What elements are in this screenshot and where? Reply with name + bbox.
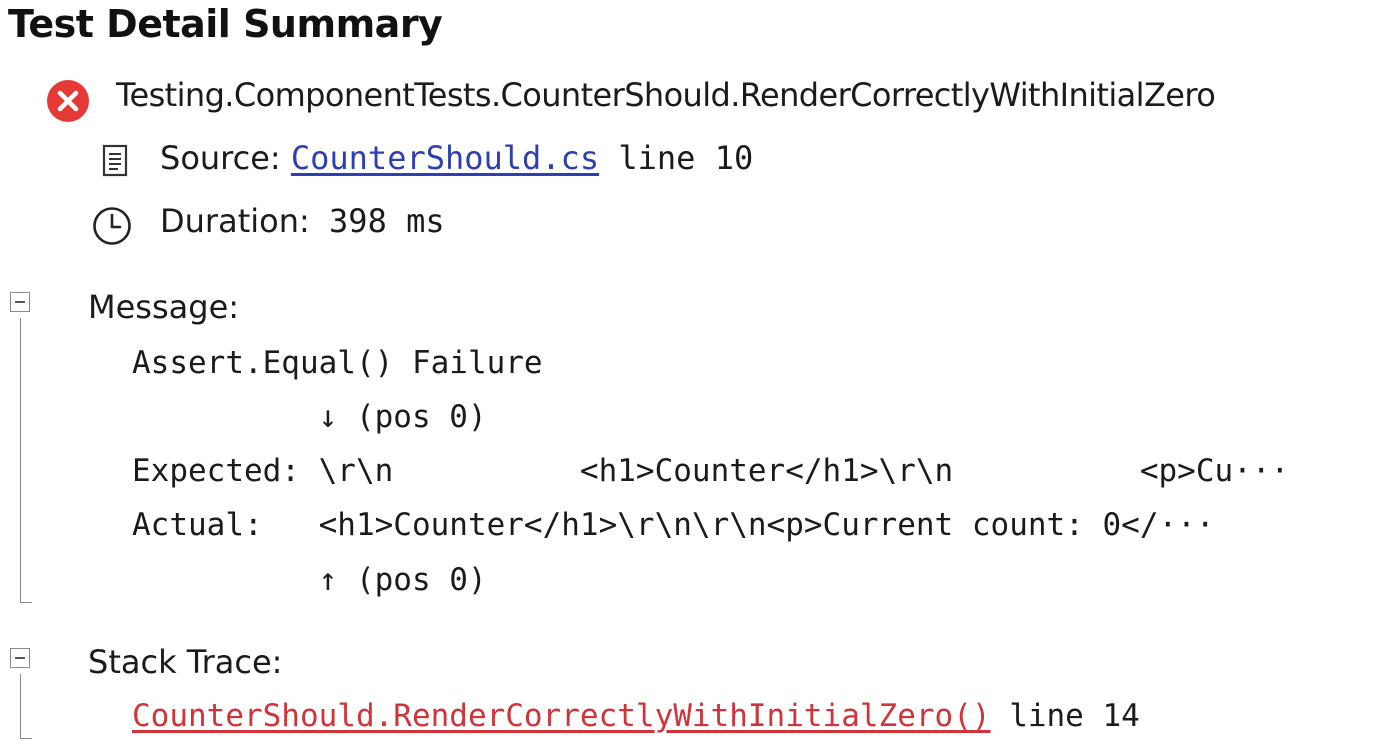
test-name: Testing.ComponentTests.CounterShould.Ren…: [116, 76, 1216, 114]
stack-trace-method-link[interactable]: CounterShould.RenderCorrectlyWithInitial…: [132, 698, 991, 734]
message-collapse-toggle[interactable]: [10, 292, 30, 312]
message-tree-foot: [20, 602, 32, 603]
message-line: Actual: <h1>Counter</h1>\r\n\r\n<p>Curre…: [132, 507, 1215, 543]
message-line: ↑ (pos 0): [132, 562, 487, 598]
duration-value: 398 ms: [309, 202, 445, 240]
stack-trace-collapse-toggle[interactable]: [10, 648, 30, 668]
duration-row: Duration: 398 ms: [160, 202, 445, 240]
source-label: Source:: [160, 139, 281, 177]
document-icon: [102, 144, 128, 177]
duration-label: Duration:: [160, 202, 310, 240]
source-line-number: line 10: [599, 139, 754, 177]
clock-icon: [93, 207, 131, 245]
source-file-link[interactable]: CounterShould.cs: [291, 139, 599, 177]
source-row: Source: CounterShould.cs line 10: [160, 139, 753, 177]
message-line: Expected: \r\n <h1>Counter</h1>\r\n <p>C…: [132, 453, 1290, 489]
stack-trace-header: Stack Trace:: [88, 643, 283, 681]
message-line: Assert.Equal() Failure: [132, 345, 543, 381]
message-tree-line: [20, 318, 21, 602]
stack-trace-line-number: line 14: [990, 698, 1140, 734]
page-title: Test Detail Summary: [8, 2, 443, 46]
stack-trace-tree-line: [20, 674, 21, 738]
message-header: Message:: [88, 288, 240, 326]
stack-trace-tree-foot: [20, 738, 32, 739]
error-circle-icon: [47, 80, 89, 122]
message-line: ↓ (pos 0): [132, 399, 487, 435]
stack-trace-row: CounterShould.RenderCorrectlyWithInitial…: [132, 698, 1140, 734]
